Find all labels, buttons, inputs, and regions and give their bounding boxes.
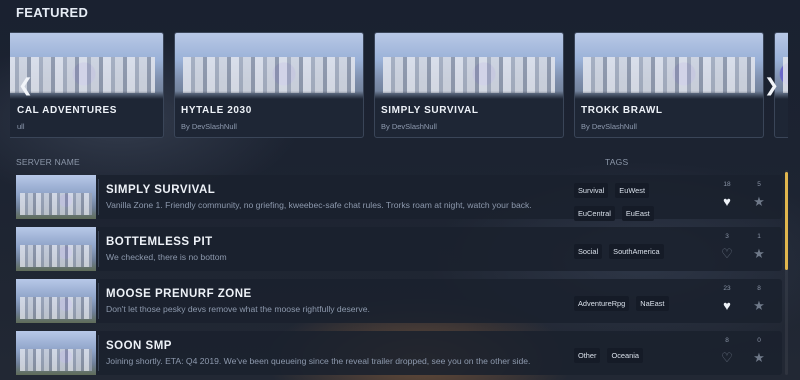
tag-list: Social SouthAmerica — [574, 241, 704, 264]
server-browser: FEATURED CAL ADVENTURES ull HYTALE 2030 … — [0, 0, 800, 380]
divider — [98, 283, 99, 319]
tags-header[interactable]: TAGS — [605, 157, 628, 167]
heart-outline-icon[interactable]: ♡ — [719, 246, 735, 262]
tag-list: AdventureRpg NaEast — [574, 293, 704, 316]
like-count: 3 — [725, 233, 729, 240]
heart-icon[interactable]: ♥ — [719, 194, 735, 210]
featured-carousel: CAL ADVENTURES ull HYTALE 2030 By DevSla… — [10, 32, 788, 138]
server-description: Joining shortly. ETA: Q4 2019. We've bee… — [106, 356, 531, 366]
tag[interactable]: Survival — [574, 183, 609, 198]
star-icon[interactable]: ★ — [751, 246, 767, 262]
card-name: CAL ADVENTURES — [17, 105, 118, 116]
tag[interactable]: SouthAmerica — [609, 244, 664, 259]
card-author: By DevSlashNull — [381, 122, 437, 131]
tag[interactable]: Social — [574, 244, 603, 259]
card-name: HYTALE 2030 — [181, 105, 252, 116]
favorite-count: 8 — [757, 285, 761, 292]
heart-outline-icon[interactable]: ♡ — [719, 350, 735, 366]
scrollbar-thumb[interactable] — [785, 172, 788, 270]
card-thumbnail — [375, 33, 563, 99]
server-thumbnail — [16, 175, 96, 219]
featured-card[interactable]: CAL ADVENTURES ull — [10, 32, 164, 138]
tag-list: Other Oceania — [574, 345, 704, 368]
tag[interactable]: EuCentral — [574, 206, 615, 221]
like-count: 18 — [723, 181, 731, 188]
card-author: ull — [17, 122, 25, 131]
favorite-count: 0 — [757, 337, 761, 344]
featured-card[interactable]: HYTALE 2030 By DevSlashNull — [174, 32, 364, 138]
star-icon[interactable]: ★ — [751, 350, 767, 366]
server-row[interactable]: BOTTEMLESS PIT We checked, there is no b… — [16, 227, 782, 271]
like-count: 8 — [725, 337, 729, 344]
tag[interactable]: Other — [574, 348, 601, 363]
tag[interactable]: AdventureRpg — [574, 296, 630, 311]
tag-list: Survival EuWest EuCentral EuEast — [574, 180, 704, 226]
card-author: By DevSlashNull — [581, 122, 637, 131]
server-description: We checked, there is no bottom — [106, 252, 227, 262]
tag[interactable]: EuEast — [621, 206, 654, 221]
chevron-left-icon[interactable]: ❮ — [18, 72, 33, 98]
server-thumbnail — [16, 227, 96, 271]
server-name: SOON SMP — [106, 340, 172, 352]
star-icon[interactable]: ★ — [751, 194, 767, 210]
card-thumbnail — [575, 33, 763, 99]
server-row[interactable]: SIMPLY SURVIVAL Vanilla Zone 1. Friendly… — [16, 175, 782, 221]
server-thumbnail — [16, 279, 96, 323]
divider — [98, 335, 99, 371]
server-thumbnail — [16, 331, 96, 375]
server-row[interactable]: MOOSE PRENURF ZONE Don't let those pesky… — [16, 279, 782, 323]
tag[interactable]: Oceania — [607, 348, 644, 363]
featured-card[interactable]: SIMPLY SURVIVAL By DevSlashNull — [374, 32, 564, 138]
server-description: Don't let those pesky devs remove what t… — [106, 304, 370, 314]
featured-title: FEATURED — [16, 5, 89, 20]
server-description: Vanilla Zone 1. Friendly community, no g… — [106, 200, 532, 210]
chevron-right-icon[interactable]: ❯ — [764, 72, 779, 98]
server-name: BOTTEMLESS PIT — [106, 236, 213, 248]
tag[interactable]: NaEast — [636, 296, 669, 311]
server-row[interactable]: SOON SMP Joining shortly. ETA: Q4 2019. … — [16, 331, 782, 375]
divider — [98, 179, 99, 215]
star-icon[interactable]: ★ — [751, 298, 767, 314]
divider — [98, 231, 99, 267]
card-name: TROKK BRAWL — [581, 105, 663, 116]
card-author: By DevSlashNull — [181, 122, 237, 131]
featured-card[interactable]: TROKK BRAWL By DevSlashNull — [574, 32, 764, 138]
server-name: SIMPLY SURVIVAL — [106, 184, 216, 196]
favorite-count: 1 — [757, 233, 761, 240]
server-name: MOOSE PRENURF ZONE — [106, 288, 252, 300]
card-thumbnail — [175, 33, 363, 99]
server-name-header[interactable]: SERVER NAME — [16, 157, 80, 167]
card-name: SIMPLY SURVIVAL — [381, 105, 479, 116]
like-count: 23 — [723, 285, 731, 292]
heart-icon[interactable]: ♥ — [719, 298, 735, 314]
favorite-count: 5 — [757, 181, 761, 188]
tag[interactable]: EuWest — [615, 183, 650, 198]
